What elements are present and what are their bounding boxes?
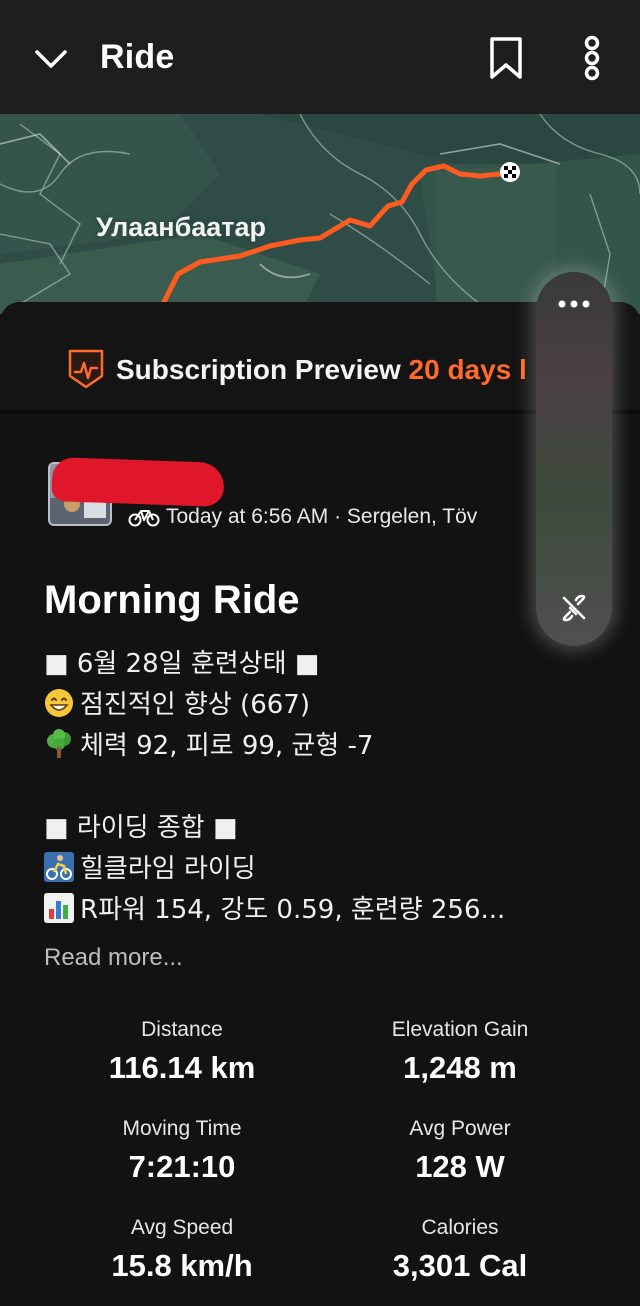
description-line: ■ 6월 28일 훈련상태 ■ bbox=[44, 649, 320, 679]
description-text: 힐클라임 라이딩 bbox=[80, 854, 256, 884]
stat-elevation-gain: Elevation Gain 1,248 m bbox=[320, 1018, 600, 1086]
bookmark-button[interactable] bbox=[484, 34, 528, 82]
map-place-label: Улаанбаатар bbox=[96, 212, 267, 242]
description-line: 점진적인 향상 (667) bbox=[44, 685, 505, 726]
stat-label: Calories bbox=[421, 1216, 499, 1239]
top-app-bar: Ride bbox=[0, 0, 640, 114]
stat-distance: Distance 116.14 km bbox=[42, 1018, 322, 1086]
description-text: 점진적인 향상 (667) bbox=[80, 690, 310, 720]
stat-value: 128 W bbox=[415, 1149, 505, 1184]
description-line: 체력 92, 피로 99, 균형 -7 bbox=[44, 726, 505, 767]
stat-calories: Calories 3,301 Cal bbox=[320, 1216, 600, 1284]
description-line: 힐클라임 라이딩 bbox=[44, 849, 505, 890]
stat-label: Moving Time bbox=[122, 1117, 242, 1140]
floating-side-panel[interactable] bbox=[536, 272, 612, 646]
bar-chart-icon bbox=[44, 893, 74, 923]
more-options-button[interactable] bbox=[572, 34, 612, 82]
link-off-icon[interactable] bbox=[558, 592, 590, 624]
description-line: R파워 154, 강도 0.59, 훈련량 256... bbox=[44, 890, 505, 931]
description-text: R파워 154, 강도 0.59, 훈련량 256... bbox=[80, 895, 506, 925]
subscription-preview-text: Subscription Preview 20 days l bbox=[116, 354, 527, 386]
finish-flag-icon bbox=[500, 162, 520, 182]
activity-description: ■ 6월 28일 훈련상태 ■ 점진적인 향상 (667) 체력 92, 피로 … bbox=[44, 644, 505, 931]
stat-avg-power: Avg Power 128 W bbox=[320, 1117, 600, 1185]
person-biking-icon bbox=[44, 852, 74, 882]
collapse-button[interactable] bbox=[28, 36, 74, 82]
activity-meta-text: Today at 6:56 AM · Sergelen, Töv bbox=[166, 505, 478, 528]
subscription-label: Subscription Preview bbox=[116, 354, 401, 385]
description-text: 체력 92, 피로 99, 균형 -7 bbox=[80, 731, 374, 761]
stat-value: 15.8 km/h bbox=[111, 1248, 253, 1283]
stat-value: 7:21:10 bbox=[128, 1149, 236, 1184]
description-line: ■ 라이딩 종합 ■ bbox=[44, 813, 238, 843]
chevron-down-icon bbox=[35, 50, 67, 68]
stat-value: 116.14 km bbox=[108, 1050, 256, 1085]
subscription-days: 20 days l bbox=[408, 354, 527, 385]
activity-title[interactable]: Morning Ride bbox=[44, 578, 300, 623]
stat-label: Elevation Gain bbox=[391, 1018, 529, 1041]
stat-avg-speed: Avg Speed 15.8 km/h bbox=[42, 1216, 322, 1284]
more-horizontal-icon[interactable] bbox=[554, 296, 594, 312]
grinning-face-icon bbox=[45, 689, 73, 717]
page-title: Ride bbox=[100, 38, 175, 76]
tree-icon bbox=[47, 729, 71, 758]
subscription-logo-icon bbox=[68, 349, 104, 389]
stat-label: Avg Power bbox=[409, 1117, 511, 1140]
redacted-athlete-name bbox=[51, 457, 225, 507]
activity-meta: Today at 6:56 AM · Sergelen, Töv bbox=[128, 505, 477, 529]
stat-label: Avg Speed bbox=[130, 1216, 234, 1239]
route-map[interactable]: Улаанбаатар bbox=[0, 114, 640, 314]
bicycle-icon bbox=[128, 510, 160, 527]
bookmark-icon bbox=[490, 37, 522, 79]
stat-value: 1,248 m bbox=[403, 1050, 517, 1085]
more-vertical-icon bbox=[584, 35, 600, 81]
stat-moving-time: Moving Time 7:21:10 bbox=[42, 1117, 322, 1185]
stat-label: Distance bbox=[141, 1018, 223, 1041]
read-more-link[interactable]: Read more... bbox=[44, 944, 183, 972]
stat-value: 3,301 Cal bbox=[392, 1248, 528, 1283]
